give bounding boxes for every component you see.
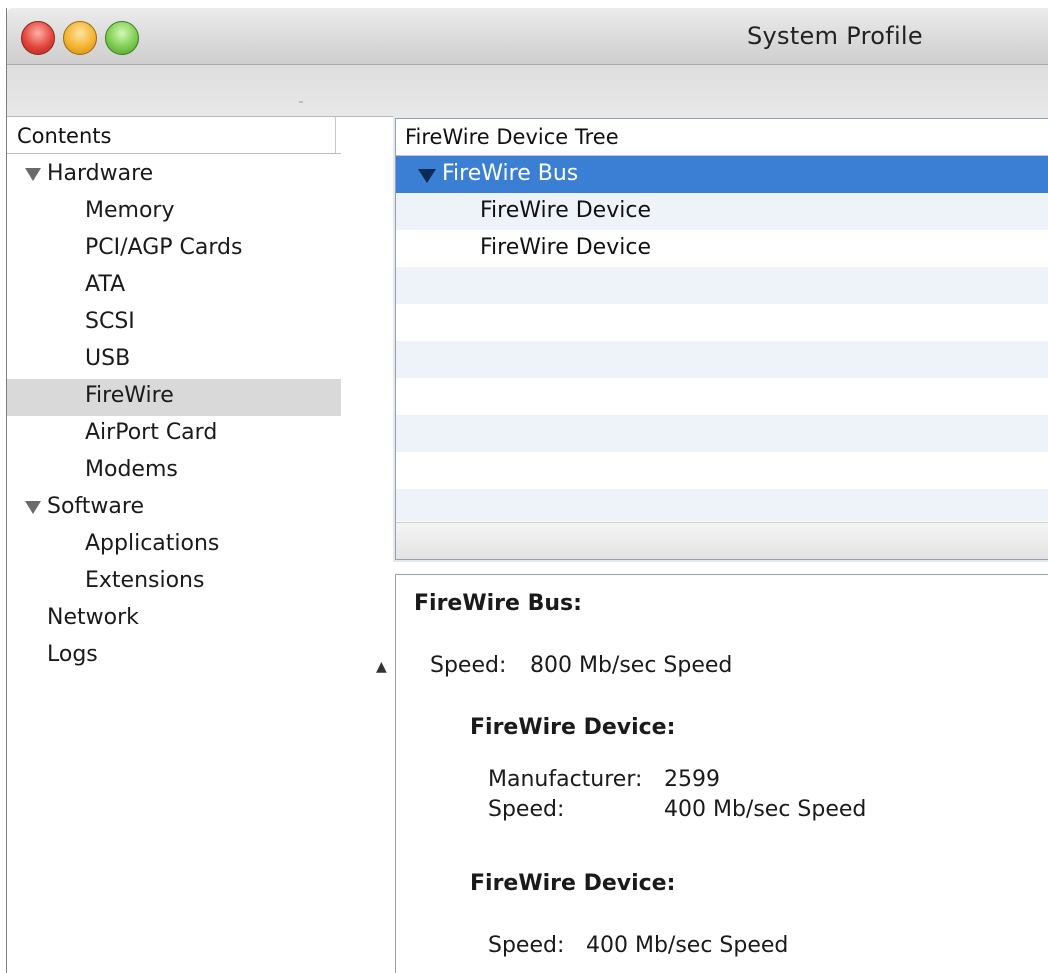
- tree-row-firewire-bus[interactable]: FireWire Bus: [396, 156, 1048, 193]
- sidebar-item-scsi[interactable]: SCSI: [7, 305, 341, 342]
- sidebar-item-extensions[interactable]: Extensions: [7, 564, 341, 601]
- sidebar-item-memory[interactable]: Memory: [7, 194, 341, 231]
- sidebar-item-label: Logs: [47, 642, 98, 667]
- device-tree-list: FireWire Bus FireWire Device FireWire De…: [396, 156, 1048, 521]
- disclosure-triangle-icon[interactable]: [25, 501, 41, 514]
- sidebar-item-label: USB: [85, 346, 131, 371]
- sidebar-item-label: Extensions: [85, 568, 205, 593]
- column-separator: [335, 117, 336, 153]
- bus-speed-label: Speed:: [430, 653, 507, 678]
- row-background: [396, 304, 1048, 341]
- minimize-button[interactable]: [63, 21, 97, 55]
- row-background: [396, 378, 1048, 415]
- sidebar-item-applications[interactable]: Applications: [7, 527, 341, 564]
- bus-speed-value: 800 Mb/sec Speed: [530, 653, 733, 678]
- sidebar-item-label: Modems: [85, 457, 178, 482]
- tree-row-firewire-device[interactable]: FireWire Device: [396, 193, 1048, 230]
- sidebar-item-firewire[interactable]: FireWire: [7, 379, 341, 416]
- sidebar-item-label: ATA: [85, 272, 126, 297]
- sidebar-item-hardware[interactable]: Hardware: [7, 157, 341, 194]
- window-title: System Profile: [747, 22, 923, 50]
- tree-row-label: FireWire Device: [480, 198, 651, 223]
- sidebar-item-label: SCSI: [85, 309, 135, 334]
- tree-row-label: FireWire Device: [480, 235, 651, 260]
- device1-manufacturer-value: 2599: [664, 767, 720, 792]
- disclosure-triangle-icon[interactable]: [25, 168, 41, 181]
- sidebar-item-pci-agp-cards[interactable]: PCI/AGP Cards: [7, 231, 341, 268]
- tree-row-label: FireWire Bus: [442, 161, 579, 186]
- device2-speed-label: Speed:: [488, 933, 565, 958]
- disclosure-triangle-icon[interactable]: [418, 169, 436, 183]
- device-tree-footer: [396, 522, 1048, 559]
- sidebar-item-label: Software: [47, 494, 144, 519]
- contents-header-label: Contents: [17, 124, 112, 148]
- sidebar-item-modems[interactable]: Modems: [7, 453, 341, 490]
- sidebar-item-label: Hardware: [47, 161, 154, 186]
- device1-speed-value: 400 Mb/sec Speed: [664, 797, 867, 822]
- device1-speed-label: Speed:: [488, 797, 565, 822]
- device2-speed-value: 400 Mb/sec Speed: [586, 933, 789, 958]
- sidebar-item-airport-card[interactable]: AirPort Card: [7, 416, 341, 453]
- detail-panel: FireWire Bus: Speed: 800 Mb/sec Speed Fi…: [395, 574, 1048, 973]
- toolbar: [7, 65, 1048, 117]
- sidebar-item-label: Applications: [85, 531, 220, 556]
- tree-row-firewire-device[interactable]: FireWire Device: [396, 230, 1048, 267]
- device-tree-column-header[interactable]: FireWire Device Tree: [396, 119, 1048, 156]
- sidebar-item-usb[interactable]: USB: [7, 342, 341, 379]
- sidebar-item-label: PCI/AGP Cards: [85, 235, 243, 260]
- device-tree-panel: FireWire Device Tree FireWire Bus FireWi…: [395, 118, 1048, 560]
- close-button[interactable]: [21, 21, 55, 55]
- sidebar-item-network[interactable]: Network: [7, 601, 341, 638]
- sidebar-item-ata[interactable]: ATA: [7, 268, 341, 305]
- row-background: [396, 415, 1048, 452]
- device1-title: FireWire Device:: [470, 715, 676, 740]
- row-background: [396, 341, 1048, 378]
- toolbar-divider: [299, 101, 303, 103]
- title-bar[interactable]: System Profile: [7, 8, 1048, 65]
- zoom-button[interactable]: [105, 21, 139, 55]
- bus-title: FireWire Bus:: [414, 591, 582, 616]
- system-profile-window: System Profile Contents Hardware Memory …: [6, 8, 1048, 973]
- collapse-up-arrow-icon[interactable]: ▲: [376, 659, 387, 675]
- sidebar-item-software[interactable]: Software: [7, 490, 341, 527]
- sidebar-item-logs[interactable]: Logs: [7, 638, 341, 675]
- device-tree-header-label: FireWire Device Tree: [405, 125, 619, 149]
- row-background: [396, 452, 1048, 489]
- device1-manufacturer-label: Manufacturer:: [488, 767, 643, 792]
- device2-title: FireWire Device:: [470, 871, 676, 896]
- row-background: [396, 267, 1048, 304]
- sidebar-item-label: Network: [47, 605, 139, 630]
- sidebar-item-label: AirPort Card: [85, 420, 218, 445]
- contents-sidebar: Contents Hardware Memory PCI/AGP Cards A…: [7, 117, 342, 973]
- sidebar-item-label: Memory: [85, 198, 175, 223]
- split-view-divider[interactable]: [341, 117, 396, 973]
- contents-column-header[interactable]: Contents: [7, 117, 341, 154]
- row-background: [396, 489, 1048, 521]
- sidebar-item-label: FireWire: [85, 383, 174, 408]
